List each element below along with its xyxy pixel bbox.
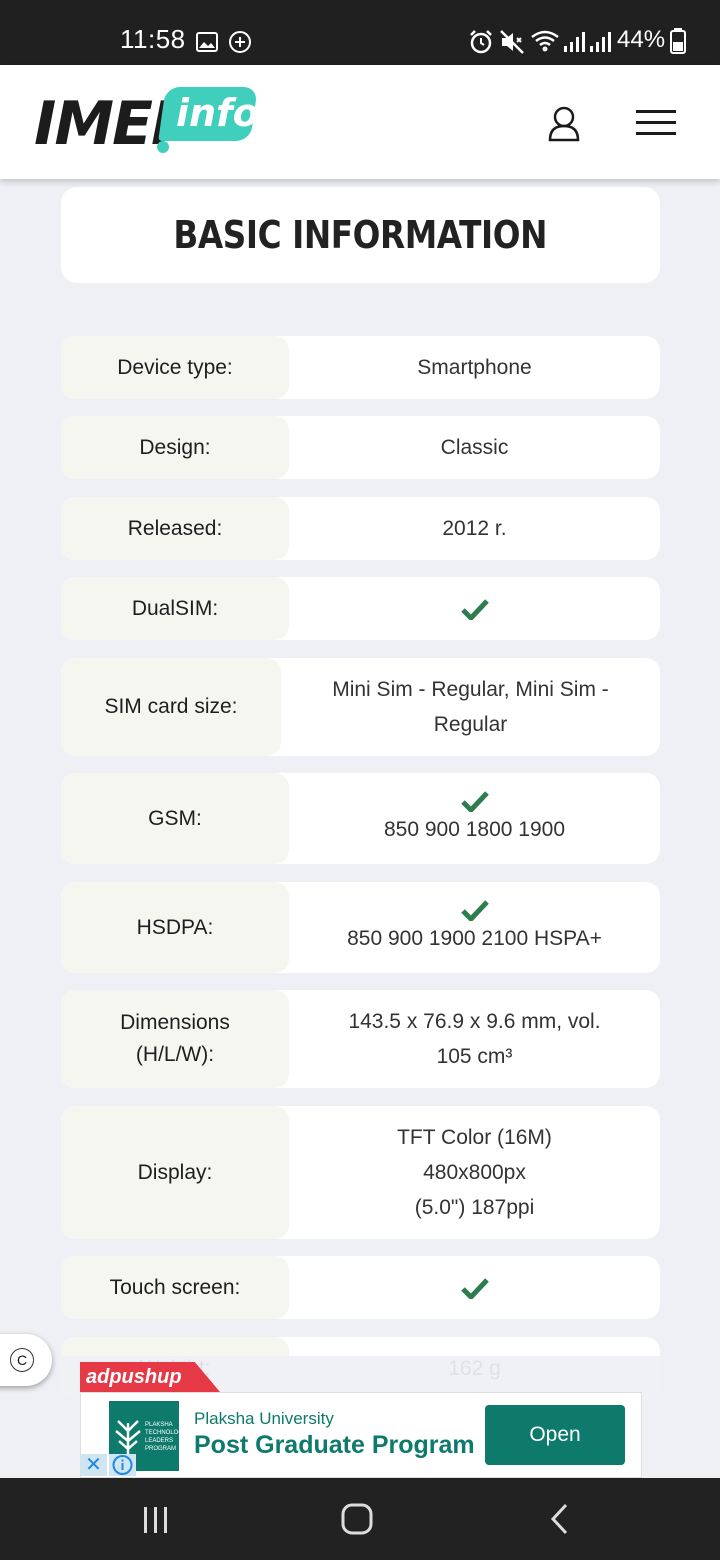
row-label: Dimensions (H/L/W): <box>61 990 289 1088</box>
row-value-line: TFT Color (16M) <box>397 1126 552 1149</box>
info-row-released: Released: 2012 r. <box>61 497 660 560</box>
ad-open-button[interactable]: Open <box>485 1405 625 1465</box>
user-account-icon[interactable] <box>544 104 584 144</box>
signal-icon-2 <box>590 32 611 52</box>
row-value: 850 900 1800 1900 <box>289 773 660 864</box>
row-value <box>289 577 660 640</box>
row-value: TFT Color (16M) 480x800px (5.0") 187ppi <box>289 1106 660 1239</box>
info-row-sim-size: SIM card size: Mini Sim - Regular, Mini … <box>61 658 660 756</box>
signal-icon-1 <box>564 32 585 52</box>
row-label: Device type: <box>61 336 289 399</box>
floating-c-button[interactable]: C <box>0 1334 52 1386</box>
gallery-icon <box>196 32 218 52</box>
ad-info-icon[interactable] <box>109 1454 136 1476</box>
ad-close-icon[interactable]: ✕ <box>80 1454 107 1476</box>
mute-icon <box>500 30 524 54</box>
info-row-gsm: GSM: 850 900 1800 1900 <box>61 773 660 864</box>
battery-percent: 44% <box>617 26 666 53</box>
row-label: Display: <box>61 1106 289 1239</box>
row-value: Mini Sim - Regular, Mini Sim - Regular <box>281 658 660 756</box>
info-row-display: Display: TFT Color (16M) 480x800px (5.0"… <box>61 1106 660 1239</box>
android-nav-bar <box>0 1478 720 1560</box>
row-value-line: Mini Sim - Regular, Mini Sim - <box>332 678 609 701</box>
logo-dot <box>157 141 169 153</box>
check-icon <box>460 598 489 620</box>
row-value-line: 143.5 x 76.9 x 9.6 mm, vol. <box>348 1010 601 1033</box>
row-value-line: 850 900 1800 1900 <box>383 818 565 841</box>
logo-badge-text: info <box>176 91 259 135</box>
row-value-line: (5.0") 187ppi <box>414 1196 535 1219</box>
status-time: 11:58 <box>120 24 186 54</box>
hamburger-menu-icon[interactable] <box>636 110 676 143</box>
recent-apps-icon[interactable] <box>142 1505 170 1535</box>
ad-logo-text: PLAKSHA TECHNOLOGY LEADERS PROGRAM <box>145 1422 188 1452</box>
row-label-line: (H/L/W): <box>135 1043 215 1066</box>
ad-brand: Plaksha University <box>194 1409 334 1428</box>
floating-c-label: C <box>10 1348 34 1372</box>
row-value: Smartphone <box>417 356 532 379</box>
back-icon[interactable] <box>548 1502 570 1536</box>
row-value: 2012 r. <box>442 517 507 540</box>
battery-icon <box>670 28 686 54</box>
row-value-line: Regular <box>433 713 508 736</box>
row-label: DualSIM: <box>61 577 289 640</box>
info-row-dualsim: DualSIM: <box>61 577 660 640</box>
status-bar: 11:58 44% <box>0 0 720 65</box>
logo-text: IMEI <box>34 89 173 159</box>
info-row-dimensions: Dimensions (H/L/W): 143.5 x 76.9 x 9.6 m… <box>61 990 660 1088</box>
info-row-device-type: Device type: Smartphone <box>61 336 660 399</box>
alarm-icon <box>470 30 492 54</box>
row-label: Released: <box>61 497 289 560</box>
row-label: HSDPA: <box>61 882 289 973</box>
row-label: SIM card size: <box>61 658 281 756</box>
section-title: BASIC INFORMATION <box>173 213 548 257</box>
check-icon <box>460 1277 489 1299</box>
section-title-card: BASIC INFORMATION <box>61 187 660 283</box>
row-value <box>289 1256 660 1319</box>
check-icon <box>460 900 489 921</box>
ad-banner[interactable]: PLAKSHA TECHNOLOGY LEADERS PROGRAM Plaks… <box>80 1392 642 1478</box>
row-value-line: 480x800px <box>423 1161 526 1184</box>
info-row-hsdpa: HSDPA: 850 900 1900 2100 HSPA+ <box>61 882 660 973</box>
wifi-icon <box>531 30 559 52</box>
plus-circle-icon <box>229 31 251 53</box>
row-label-line: Dimensions <box>120 1011 230 1034</box>
row-value: 143.5 x 76.9 x 9.6 mm, vol. 105 cm³ <box>289 990 660 1088</box>
row-value-line: 105 cm³ <box>436 1045 513 1068</box>
row-label: Touch screen: <box>61 1256 289 1319</box>
row-value-line: 850 900 1900 2100 HSPA+ <box>347 927 602 950</box>
row-label: Design: <box>61 416 289 479</box>
row-label: GSM: <box>61 773 289 864</box>
check-icon <box>460 791 489 812</box>
info-row-design: Design: Classic <box>61 416 660 479</box>
info-row-touch-screen: Touch screen: <box>61 1256 660 1319</box>
ad-headline: Post Graduate Program <box>194 1431 475 1459</box>
row-value: 850 900 1900 2100 HSPA+ <box>289 882 660 973</box>
row-value: Classic <box>440 436 509 459</box>
home-icon[interactable] <box>340 1502 374 1536</box>
